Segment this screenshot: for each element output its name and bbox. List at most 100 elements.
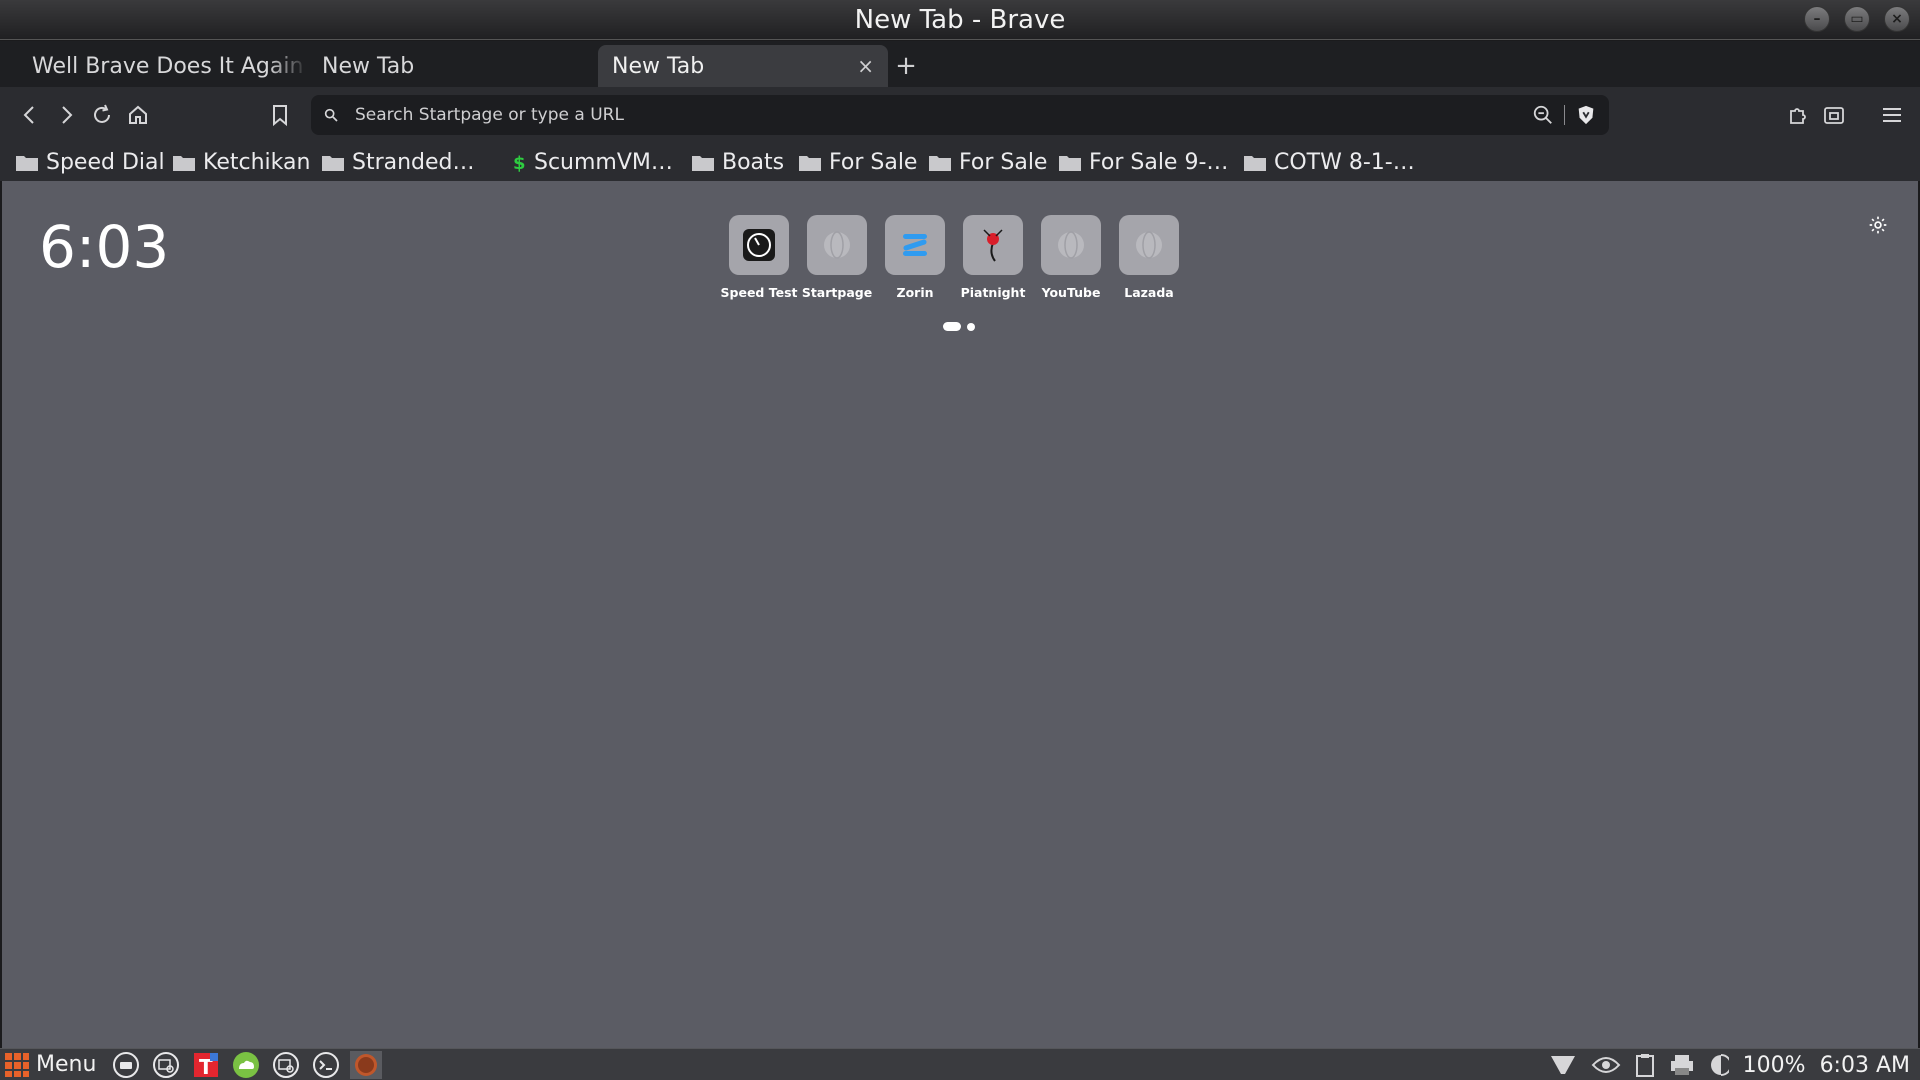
top-site-startpage[interactable]: Startpage	[802, 215, 872, 300]
bookmark-button[interactable]	[262, 97, 298, 133]
bookmark-label: Boats	[722, 149, 785, 175]
forward-button[interactable]	[48, 97, 84, 133]
close-window-button[interactable]: ×	[1884, 6, 1910, 32]
system-tray: 100% 6:03 AM	[1549, 1049, 1910, 1080]
folder-icon	[16, 155, 38, 171]
clipboard-icon[interactable]	[1635, 1053, 1655, 1077]
clock-widget: 6:03	[39, 213, 170, 281]
bookmark-ketchikan[interactable]: Ketchikan	[173, 150, 322, 175]
wallet-button[interactable]	[1816, 97, 1852, 133]
disk-search-icon	[273, 1051, 300, 1078]
tab-close-icon[interactable]: ×	[857, 54, 874, 78]
bookmarks-bar: Speed Dial Ketchikan Stranded… $ ScummVM…	[0, 143, 1920, 181]
tab-new-tab-1[interactable]: New Tab	[308, 45, 598, 87]
chevron-right-icon	[62, 106, 73, 124]
bookmark-label: For Sale 9-…	[1089, 149, 1229, 175]
bookmark-for-sale-9[interactable]: For Sale 9-…	[1059, 150, 1244, 175]
bookmark-boats[interactable]: Boats	[692, 150, 799, 175]
text-editor-icon: T	[194, 1052, 219, 1079]
taskbar-text-editor-launcher[interactable]: T	[190, 1051, 222, 1079]
minimize-button[interactable]: –	[1804, 6, 1830, 32]
reload-icon	[94, 104, 110, 123]
nvidia-icon[interactable]	[1591, 1053, 1621, 1077]
top-site-tile[interactable]	[807, 215, 867, 275]
top-site-speed-test[interactable]: Speed Test	[721, 215, 797, 300]
chevron-left-icon	[23, 106, 34, 124]
speedometer-icon	[743, 229, 775, 261]
folder-icon	[1059, 155, 1081, 171]
top-site-piatnight[interactable]: Piatnight	[961, 215, 1025, 300]
taskbar-brave-window[interactable]	[350, 1050, 383, 1079]
maximize-button[interactable]: ▭	[1844, 6, 1870, 32]
top-site-tile[interactable]	[729, 215, 789, 275]
address-bar[interactable]: Search Startpage or type a URL	[311, 95, 1609, 135]
taskbar-cloud-launcher[interactable]	[230, 1051, 262, 1079]
main-menu-button[interactable]	[1874, 97, 1910, 133]
wallet-icon	[1824, 107, 1844, 124]
start-menu-button[interactable]: Menu	[0, 1052, 96, 1078]
bookmark-speed-dial[interactable]: Speed Dial	[16, 150, 173, 175]
top-site-tile[interactable]	[963, 215, 1023, 275]
extensions-button[interactable]	[1780, 97, 1816, 133]
app-grid-icon	[5, 1052, 29, 1077]
battery-icon[interactable]	[1709, 1053, 1729, 1077]
bookmark-stranded[interactable]: Stranded…	[322, 150, 512, 175]
top-site-tile[interactable]	[1041, 215, 1101, 275]
pager-dot-active[interactable]	[943, 322, 961, 331]
network-filter-icon[interactable]	[1549, 1053, 1577, 1077]
folder-icon	[929, 155, 951, 171]
terminal-icon	[313, 1051, 340, 1078]
reload-button[interactable]	[84, 97, 120, 133]
puzzle-icon	[1790, 108, 1806, 124]
taskbar-terminal-launcher[interactable]	[310, 1051, 342, 1079]
system-taskbar: Menu T 100% 6:03 AM	[0, 1048, 1920, 1080]
top-site-lazada[interactable]: Lazada	[1119, 215, 1179, 300]
top-sites-grid: Speed Test Startpage Zorin Piatnight You…	[721, 215, 1179, 300]
new-tab-button[interactable]: +	[888, 45, 924, 87]
taskbar-disk2-launcher[interactable]	[270, 1051, 302, 1079]
joystick-icon	[983, 229, 1003, 262]
bookmark-for-sale-1[interactable]: For Sale	[799, 150, 929, 175]
bookmark-icon	[273, 105, 287, 127]
bookmark-label: Stranded…	[352, 149, 475, 175]
address-bar-divider	[1564, 105, 1565, 125]
pager-dot[interactable]	[967, 322, 975, 331]
folder-icon	[173, 155, 195, 171]
home-button[interactable]	[120, 97, 156, 133]
menu-label: Menu	[36, 1052, 97, 1077]
bookmark-label: Speed Dial	[46, 149, 165, 175]
cloud-icon	[233, 1051, 260, 1078]
tab-new-tab-active[interactable]: New Tab ×	[598, 45, 888, 87]
globe-icon	[1136, 231, 1162, 259]
tab-label: New Tab	[612, 53, 705, 79]
bookmark-scummvm[interactable]: $ ScummVM…	[512, 150, 692, 175]
top-site-tile[interactable]	[1119, 215, 1179, 275]
brave-browser-icon	[355, 1053, 378, 1076]
bookmark-label: For Sale	[959, 149, 1048, 175]
taskbar-disk-launcher[interactable]	[150, 1051, 182, 1079]
window-title: New Tab - Brave	[854, 4, 1066, 35]
disk-search-icon	[153, 1051, 180, 1078]
zoom-out-icon[interactable]	[1532, 104, 1554, 126]
brave-shields-icon[interactable]	[1575, 104, 1597, 126]
top-site-youtube[interactable]: YouTube	[1041, 215, 1101, 300]
top-site-label: Lazada	[1124, 285, 1174, 300]
folder-icon	[1244, 155, 1266, 171]
gear-icon[interactable]	[1868, 215, 1888, 235]
taskbar-files-launcher[interactable]	[110, 1051, 142, 1079]
tab-well-brave[interactable]: Well Brave Does It Again	[8, 45, 308, 87]
back-button[interactable]	[12, 97, 48, 133]
address-bar-placeholder: Search Startpage or type a URL	[355, 105, 624, 125]
battery-percentage: 100%	[1742, 1052, 1806, 1078]
top-site-tile[interactable]	[885, 215, 945, 275]
bookmark-cotw[interactable]: COTW 8-1-…	[1244, 150, 1424, 175]
zorin-icon	[903, 234, 927, 256]
bookmark-for-sale-2[interactable]: For Sale	[929, 150, 1059, 175]
home-icon	[129, 105, 147, 124]
browser-toolbar: Search Startpage or type a URL	[0, 87, 1920, 143]
address-bar-actions	[1532, 104, 1597, 126]
bookmark-label: ScummVM…	[534, 149, 673, 175]
top-site-zorin[interactable]: Zorin	[885, 215, 945, 300]
printer-icon[interactable]	[1669, 1053, 1695, 1077]
system-clock[interactable]: 6:03 AM	[1820, 1053, 1910, 1078]
